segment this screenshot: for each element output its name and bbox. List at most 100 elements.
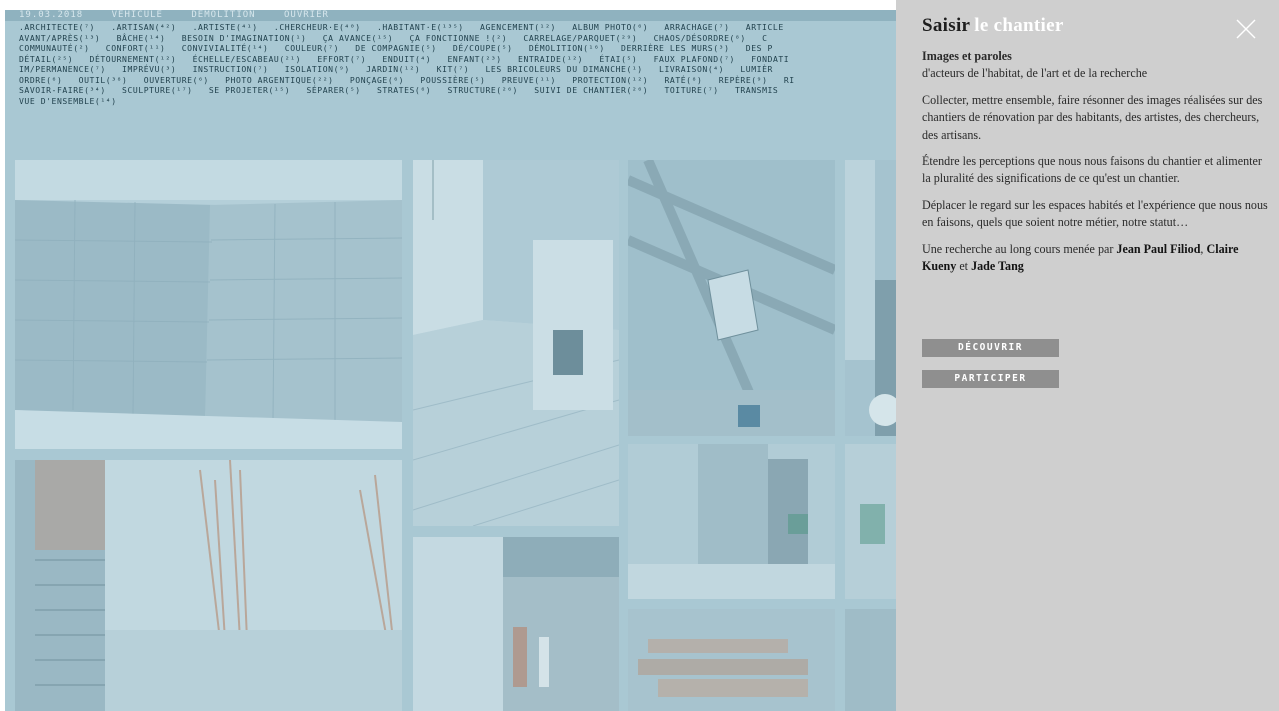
tag-link[interactable]: .HABITANT·E(¹³⁵): [377, 22, 464, 32]
tag-link[interactable]: EFFORT(⁷): [317, 54, 366, 64]
tag-link[interactable]: ORDRE(⁶): [19, 75, 62, 85]
tag-link[interactable]: ALBUM PHOTO(⁶): [572, 22, 648, 32]
tag-link[interactable]: VUE D'ENSEMBLE(¹⁴): [19, 96, 117, 106]
tag-link[interactable]: FAUX PLAFOND(⁷): [654, 54, 735, 64]
tag-link[interactable]: PROTECTION(¹²): [572, 75, 648, 85]
tag-link[interactable]: POUSSIÈRE(⁵): [420, 75, 485, 85]
credits-and: et: [959, 259, 969, 274]
credits-prefix: Une recherche au long cours menée par: [922, 241, 1114, 256]
tag-link[interactable]: CONFORT(¹¹): [106, 43, 166, 53]
tag-link[interactable]: PREUVE(¹¹): [502, 75, 556, 85]
tag-link[interactable]: AGENCEMENT(¹²): [480, 22, 556, 32]
breadcrumb-vehicule[interactable]: VÉHICULE: [112, 10, 163, 20]
tag-link[interactable]: LES BRICOLEURS DU DIMANCHE(¹): [485, 64, 642, 74]
tag-link[interactable]: SAVOIR-FAIRE(³⁴): [19, 85, 106, 95]
breadcrumb-bar: 19.03.2018 VÉHICULE DÉMOLITION OUVRIER: [5, 10, 896, 21]
tag-link[interactable]: SÉPARER(⁵): [306, 85, 360, 95]
photo-strip-right-top[interactable]: [845, 160, 896, 436]
tag-link[interactable]: CONVIVIALITÉ(¹⁴): [182, 43, 269, 53]
tag-link[interactable]: DES P: [746, 43, 773, 53]
tag-link[interactable]: BESOIN D'IMAGINATION(¹): [182, 33, 307, 43]
tag-link[interactable]: INSTRUCTION(⁷): [193, 64, 269, 74]
tag-link[interactable]: RI: [784, 75, 795, 85]
tag-link[interactable]: ARRACHAGE(⁷): [664, 22, 729, 32]
tag-link[interactable]: REPÈRE(⁹): [719, 75, 768, 85]
tag-link[interactable]: COMMUNAUTÉ(²): [19, 43, 90, 53]
tag-link[interactable]: .ARTISTE(⁴¹): [193, 22, 258, 32]
tag-link[interactable]: FONDATI: [751, 54, 789, 64]
tag-link[interactable]: DÉTOURNEMENT(¹²): [90, 54, 177, 64]
tag-link[interactable]: RATÉ(⁸): [664, 75, 702, 85]
tag-link[interactable]: .ARTISAN(⁴²): [111, 22, 176, 32]
tag-link[interactable]: .ARCHITECTE(⁷): [19, 22, 95, 32]
tag-link[interactable]: PONÇAGE(⁶): [350, 75, 404, 85]
tag-link[interactable]: ÉCHELLE/ESCABEAU(²¹): [193, 54, 301, 64]
tag-link[interactable]: TRANSMIS: [735, 85, 778, 95]
tag-link[interactable]: TOITURE(⁷): [664, 85, 718, 95]
tag-link[interactable]: ÇA FONCTIONNE !(²): [410, 33, 508, 43]
tag-link[interactable]: COULEUR(⁷): [285, 43, 339, 53]
tag-link[interactable]: CHAOS/DÉSORDRE(⁸): [654, 33, 746, 43]
tag-line: COMMUNAUTÉ(²) CONFORT(¹¹) CONVIVIALITÉ(¹…: [19, 43, 896, 54]
tag-link[interactable]: ARTICLE: [746, 22, 784, 32]
info-panel: Saisir le chantier Images et paroles d'ac…: [896, 0, 1279, 711]
photo-attic-insulation[interactable]: [628, 160, 835, 436]
tag-link[interactable]: AVANT/APRÈS(¹³): [19, 33, 100, 43]
discover-button[interactable]: DÉCOUVRIR: [922, 339, 1059, 357]
tag-link[interactable]: OUTIL(³⁸): [79, 75, 128, 85]
photo-strip-right-bottom[interactable]: [845, 609, 896, 711]
photo-strip-right-mid[interactable]: [845, 444, 896, 599]
breadcrumb-demolition[interactable]: DÉMOLITION: [191, 10, 255, 20]
breadcrumb-date[interactable]: 19.03.2018: [19, 10, 83, 20]
tag-link[interactable]: ISOLATION(⁹): [285, 64, 350, 74]
tag-link[interactable]: STRUCTURE(²⁶): [447, 85, 518, 95]
tag-link[interactable]: PHOTO ARGENTIQUE(²²): [225, 75, 333, 85]
tag-link[interactable]: ENTRAIDE(¹²): [518, 54, 583, 64]
author-jean-paul-filiod: Jean Paul Filiod: [1116, 241, 1201, 256]
tag-link[interactable]: ÇA AVANCE(¹⁵): [323, 33, 394, 43]
tag-link[interactable]: .CHERCHEUR·E(⁴⁰): [274, 22, 361, 32]
tag-link[interactable]: DERRIÈRE LES MURS(³): [621, 43, 729, 53]
tag-link[interactable]: DÉ/COUPE(⁵): [453, 43, 513, 53]
tag-link[interactable]: ENDUIT(⁴): [382, 54, 431, 64]
panel-subtitle-line: d'acteurs de l'habitat, de l'art et de l…: [922, 66, 1148, 81]
tag-link[interactable]: DE COMPAGNIE(⁵): [355, 43, 436, 53]
photo-hallway-doors[interactable]: [628, 444, 835, 599]
photo-staircase-sticks[interactable]: [15, 460, 402, 711]
tag-link[interactable]: C: [762, 33, 767, 43]
tag-link[interactable]: ÉTAI(⁵): [599, 54, 637, 64]
photo-bathroom-rubble[interactable]: [413, 537, 619, 711]
photo-wood-stack[interactable]: [628, 609, 835, 711]
gallery-area: 19.03.2018 VÉHICULE DÉMOLITION OUVRIER .…: [5, 10, 896, 711]
tag-link[interactable]: SE PROJETER(¹⁵): [209, 85, 290, 95]
tag-link[interactable]: IMPRÉVU(³): [122, 64, 176, 74]
tag-line: IM/PERMANENCE(⁷) IMPRÉVU(³) INSTRUCTION(…: [19, 64, 896, 75]
tag-link[interactable]: ENFANT(²³): [448, 54, 502, 64]
breadcrumb-ouvrier[interactable]: OUVRIER: [284, 10, 329, 20]
participate-button[interactable]: PARTICIPER: [922, 370, 1059, 388]
panel-title-main: Saisir: [922, 15, 971, 36]
tag-line: .ARCHITECTE(⁷) .ARTISAN(⁴²) .ARTISTE(⁴¹)…: [19, 22, 896, 33]
tag-link[interactable]: CARRELAGE/PARQUET(²⁹): [523, 33, 637, 43]
tag-line: DÉTAIL(²⁵) DÉTOURNEMENT(¹²) ÉCHELLE/ESCA…: [19, 54, 896, 65]
tag-link[interactable]: DÉTAIL(²⁵): [19, 54, 73, 64]
tag-link[interactable]: LUMIÈR: [740, 64, 773, 74]
close-icon[interactable]: [1234, 17, 1258, 41]
tag-link[interactable]: OUVERTURE(⁶): [144, 75, 209, 85]
panel-paragraph-3: Déplacer le regard sur les espaces habit…: [922, 197, 1268, 230]
tag-link[interactable]: DÉMOLITION(¹⁶): [529, 43, 605, 53]
tag-link[interactable]: IM/PERMANENCE(⁷): [19, 64, 106, 74]
tag-link[interactable]: JARDIN(¹²): [366, 64, 420, 74]
tag-link[interactable]: BÂCHE(¹⁴): [117, 33, 166, 43]
panel-paragraph-4: Une recherche au long cours menée par Je…: [922, 241, 1239, 274]
photo-room-fireplace[interactable]: [413, 160, 619, 526]
tag-link[interactable]: LIVRAISON(⁴): [659, 64, 724, 74]
photo-parquet-boards[interactable]: [15, 160, 402, 449]
tag-link[interactable]: SUIVI DE CHANTIER(²⁶): [534, 85, 648, 95]
tag-link[interactable]: SCULPTURE(¹⁷): [122, 85, 193, 95]
panel-title-highlight: le chantier: [974, 15, 1064, 36]
tag-link[interactable]: KIT(⁷): [437, 64, 470, 74]
tag-link[interactable]: STRATES(⁶): [377, 85, 431, 95]
panel-paragraph-1: Collecter, mettre ensemble, faire résonn…: [922, 92, 1263, 142]
panel-title: Saisir le chantier: [922, 15, 1064, 37]
